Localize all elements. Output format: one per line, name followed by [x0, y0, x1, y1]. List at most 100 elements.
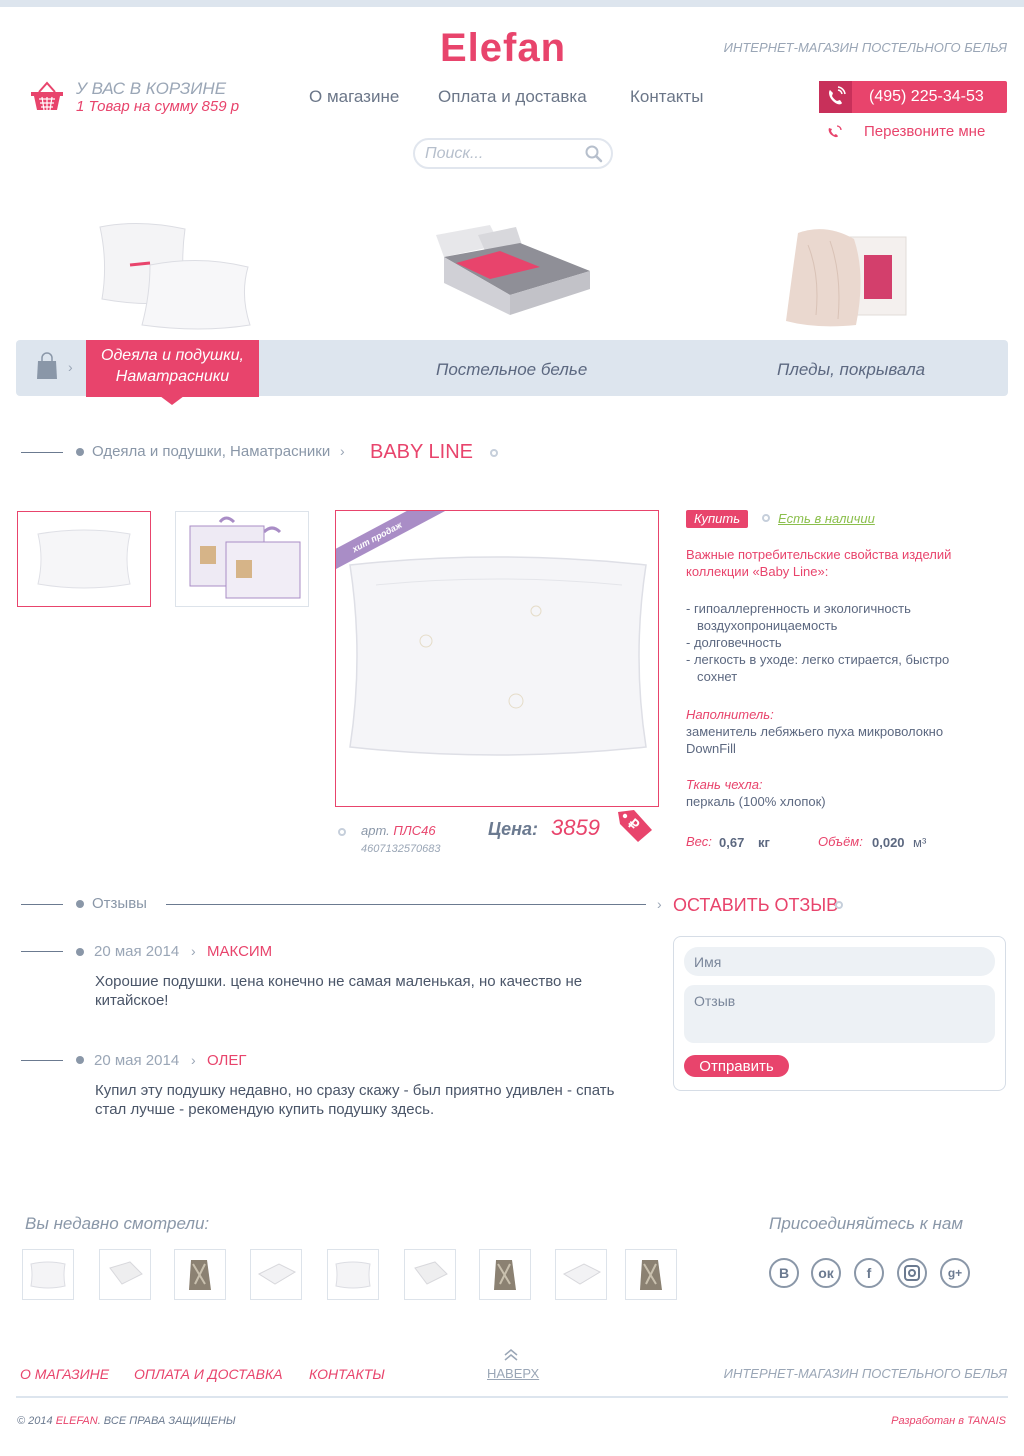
weight-label: Вес:: [686, 834, 712, 849]
recent-item[interactable]: [22, 1249, 74, 1300]
footer-tagline: ИНТЕРНЕТ-МАГАЗИН ПОСТЕЛЬНОГО БЕЛЬЯ: [723, 1366, 1007, 1381]
chevron-up-icon[interactable]: [503, 1348, 519, 1362]
fabric-value: перкаль (100% хлопок): [686, 794, 826, 809]
copyright-brand: ELEFAN: [55, 1415, 98, 1427]
recent-item[interactable]: [555, 1249, 607, 1300]
recent-item[interactable]: [404, 1249, 456, 1300]
recent-item[interactable]: [625, 1249, 677, 1300]
divider: [166, 904, 646, 905]
callback-link[interactable]: Перезвоните мне: [864, 123, 985, 140]
phone-box[interactable]: (495) 225-34-53: [819, 81, 1007, 113]
divider: [21, 1060, 63, 1061]
review-author: ОЛЕГ: [207, 1052, 247, 1069]
recent-item[interactable]: [479, 1249, 531, 1300]
logo[interactable]: Elefan: [440, 26, 566, 71]
bullet-dot: [76, 900, 84, 908]
product-thumbnail-1[interactable]: [17, 511, 151, 607]
bullet-circle: [338, 828, 346, 836]
blankets-category-image[interactable]: [780, 225, 910, 330]
nav-about[interactable]: О магазине: [309, 87, 399, 107]
basket-icon[interactable]: [30, 80, 64, 112]
back-to-top-link[interactable]: НАВЕРХ: [487, 1366, 539, 1381]
chevron-right-icon: ›: [657, 896, 662, 912]
chevron-right-icon: ›: [68, 359, 73, 375]
nav-payment-delivery[interactable]: Оплата и доставка: [438, 87, 587, 107]
copyright: © 2014 ELEFAN. ВСЕ ПРАВА ЗАЩИЩЕНЫ: [17, 1415, 236, 1427]
nav-contacts[interactable]: Контакты: [630, 87, 703, 107]
feature-item: воздухопроницаемость: [697, 618, 838, 633]
vk-icon[interactable]: B: [769, 1258, 799, 1288]
footer-link-payment[interactable]: ОПЛАТА И ДОСТАВКА: [134, 1366, 283, 1382]
feature-item: - легкость в уходе: легко стирается, быс…: [686, 652, 950, 667]
submit-review-button[interactable]: Отправить: [684, 1055, 789, 1077]
category-blankets[interactable]: Пледы, покрывала: [777, 360, 925, 380]
divider: [21, 951, 63, 952]
search-icon[interactable]: [585, 145, 603, 163]
phone-number: (495) 225-34-53: [869, 88, 984, 105]
article-value: ПЛС46: [393, 823, 436, 838]
bullet-dot: [76, 1056, 84, 1064]
bullet-circle: [762, 514, 770, 522]
search-input[interactable]: [425, 144, 585, 164]
instagram-icon[interactable]: [897, 1258, 927, 1288]
pillows-category-image[interactable]: [90, 215, 260, 333]
chevron-right-icon: ›: [191, 1052, 196, 1068]
name-input[interactable]: [684, 947, 995, 976]
fabric-label: Ткань чехла:: [686, 777, 763, 792]
recent-item[interactable]: [250, 1249, 302, 1300]
bed-linen-category-image[interactable]: [430, 215, 595, 320]
divider: [21, 904, 63, 905]
odnoklassniki-icon[interactable]: ок: [811, 1258, 841, 1288]
volume-unit: м³: [913, 835, 927, 850]
stock-status[interactable]: Есть в наличии: [778, 511, 875, 526]
price-label: Цена:: [488, 819, 539, 839]
buy-button[interactable]: Купить: [686, 510, 749, 528]
weight-value: 0,67: [719, 835, 745, 850]
facebook-icon[interactable]: f: [854, 1258, 884, 1288]
recently-viewed-title: Вы недавно смотрели:: [25, 1214, 210, 1233]
description-heading: Важные потребительские свойства изделий …: [686, 547, 952, 579]
footer-divider: [16, 1396, 1008, 1398]
chevron-right-icon: ›: [340, 443, 345, 459]
pillow-package-image: [189, 516, 301, 599]
review-text: Купил эту подушку недавно, но сразу скаж…: [95, 1082, 615, 1118]
google-plus-icon[interactable]: g+: [940, 1258, 970, 1288]
recent-item[interactable]: [174, 1249, 226, 1300]
cart-title[interactable]: У ВАС В КОРЗИНЕ: [76, 79, 226, 99]
recent-item[interactable]: [99, 1249, 151, 1300]
features-list: - гипоаллергенность и экологичность возд…: [686, 600, 986, 685]
search-box: [413, 138, 613, 169]
copyright-year: © 2014: [17, 1415, 53, 1427]
reviews-title: Отзывы: [92, 895, 147, 912]
footer-link-about[interactable]: О МАГАЗИНЕ: [20, 1366, 109, 1382]
volume-label: Объём:: [818, 834, 863, 849]
feature-item: - долговечность: [686, 635, 782, 650]
price-tag-icon: ₽: [614, 806, 654, 844]
cart-summary[interactable]: 1 Товар на сумму 859 р: [76, 98, 239, 115]
article-number: арт. ПЛС46: [361, 823, 436, 838]
developer-credit[interactable]: Разработан в TANAIS: [891, 1415, 1006, 1427]
product-main-image[interactable]: хит продаж: [335, 510, 659, 807]
bullet-dot: [76, 948, 84, 956]
breadcrumb-parent[interactable]: Одеяла и подушки, Наматрасники: [92, 443, 330, 460]
category-active[interactable]: Одеяла и подушки, Наматрасники: [86, 340, 259, 397]
category-active-pointer: [160, 396, 184, 405]
review-text: Хорошие подушки. цена конечно не самая м…: [95, 973, 583, 1009]
divider: [21, 452, 63, 453]
pillow-image: [349, 556, 647, 756]
header-tagline: ИНТЕРНЕТ-МАГАЗИН ПОСТЕЛЬНОГО БЕЛЬЯ: [723, 40, 1007, 55]
leave-review-link[interactable]: ОСТАВИТЬ ОТЗЫВ: [673, 895, 838, 916]
recent-item[interactable]: [327, 1249, 379, 1300]
review-textarea[interactable]: [684, 985, 995, 1043]
footer-link-contacts[interactable]: КОНТАКТЫ: [309, 1366, 385, 1382]
barcode-number: 4607132570683: [361, 843, 441, 855]
feature-item: - гипоаллергенность и экологичность: [686, 601, 911, 616]
review-date: 20 мая 2014: [94, 1052, 180, 1069]
filler-label: Наполнитель:: [686, 707, 774, 722]
bag-icon[interactable]: [36, 352, 58, 380]
review-date: 20 мая 2014: [94, 943, 180, 960]
category-bed-linen[interactable]: Постельное белье: [436, 360, 587, 380]
pillow-image: [37, 529, 131, 589]
product-thumbnail-2[interactable]: [175, 511, 309, 607]
bullet-circle: [490, 449, 498, 457]
